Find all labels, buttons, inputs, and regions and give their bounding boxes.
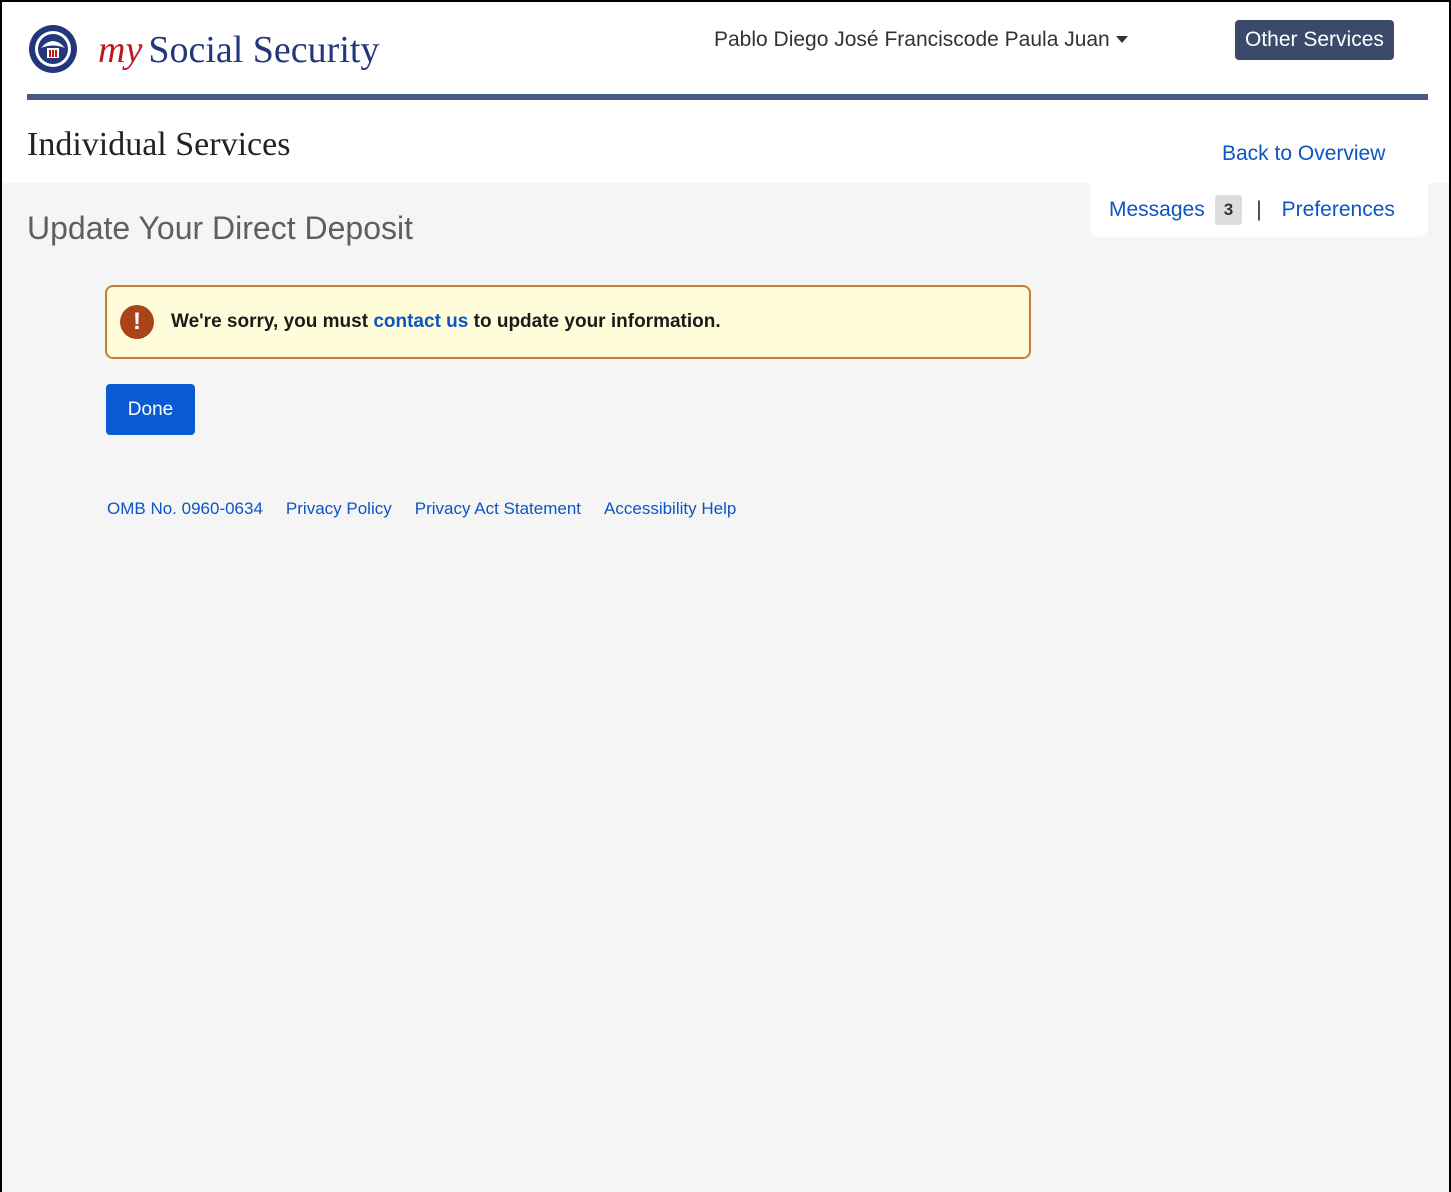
section-title: Individual Services [27,126,291,163]
brand-name: Social Security [148,29,380,71]
caret-down-icon [1115,36,1128,43]
tools-separator: | [1256,198,1262,221]
alert-text-after: to update your information. [468,311,721,332]
brand-logo-text[interactable]: my Social Security [98,26,379,74]
alert-text-before: We're sorry, you must [171,311,374,332]
account-tools-row: Messages 3 | Preferences [1109,195,1395,225]
privacy-act-statement-link[interactable]: Privacy Act Statement [415,499,581,518]
user-name: Pablo Diego José Franciscode Paula Juan [714,28,1110,51]
messages-count-badge: 3 [1214,195,1243,225]
preferences-link[interactable]: Preferences [1282,198,1395,221]
accessibility-help-link[interactable]: Accessibility Help [604,499,736,518]
header-area: my Social Security Pablo Diego José Franc… [2,2,1449,183]
brand-my: my [98,29,143,71]
alert-message: We're sorry, you must contact us to upda… [171,309,721,335]
error-alert: ! We're sorry, you must contact us to up… [105,285,1031,359]
account-tools: Messages 3 | Preferences [1090,183,1428,237]
header-divider [27,94,1428,100]
messages-link[interactable]: Messages 3 [1109,195,1243,225]
page-frame: my Social Security Pablo Diego José Franc… [0,0,1451,1192]
contact-us-link[interactable]: contact us [373,311,468,332]
user-menu[interactable]: Pablo Diego José Franciscode Paula Juan [714,26,1128,54]
other-services-button[interactable]: Other Services [1235,20,1394,60]
privacy-policy-link[interactable]: Privacy Policy [286,499,392,518]
back-to-overview-link[interactable]: Back to Overview [1222,140,1385,168]
omb-number-link[interactable]: OMB No. 0960-0634 [107,499,263,518]
page-title: Update Your Direct Deposit [27,210,413,246]
ssa-seal-icon [29,25,77,73]
done-button[interactable]: Done [106,384,195,435]
footer-links: OMB No. 0960-0634 Privacy Policy Privacy A… [107,498,759,520]
messages-label: Messages [1109,198,1205,221]
exclamation-icon: ! [120,305,154,339]
